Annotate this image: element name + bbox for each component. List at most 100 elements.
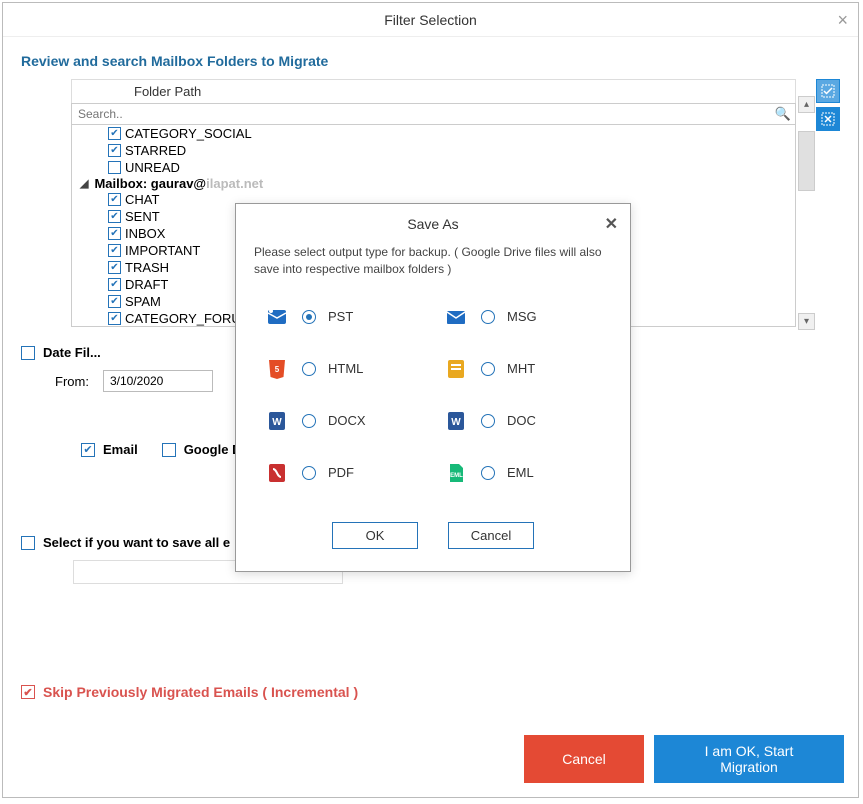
format-radio[interactable] xyxy=(481,414,495,428)
folder-checkbox[interactable] xyxy=(108,295,121,308)
format-radio[interactable] xyxy=(481,362,495,376)
svg-text:W: W xyxy=(451,417,461,428)
msg-icon xyxy=(443,304,469,330)
format-option-mht[interactable]: MHT xyxy=(443,356,602,382)
email-checkbox[interactable] xyxy=(81,443,95,457)
folder-label: TRASH xyxy=(125,260,169,275)
dialog-title-bar: Save As ✕ xyxy=(236,204,630,240)
dialog-cancel-button[interactable]: Cancel xyxy=(448,522,534,549)
folder-path-header[interactable]: Folder Path xyxy=(71,79,796,103)
scrollbar-thumb[interactable] xyxy=(798,131,815,191)
folder-checkbox[interactable] xyxy=(108,127,121,140)
mailbox-row[interactable]: ◢ Mailbox: gaurav@ilapat.net xyxy=(72,176,795,191)
pst-icon xyxy=(264,304,290,330)
format-radio[interactable] xyxy=(302,466,316,480)
search-icon[interactable]: 🔍 xyxy=(771,104,795,124)
deselect-all-button[interactable] xyxy=(816,107,840,131)
skip-row: Skip Previously Migrated Emails ( Increm… xyxy=(21,684,840,700)
svg-text:EML: EML xyxy=(450,473,463,479)
folder-item[interactable]: UNREAD xyxy=(72,159,795,176)
format-radio[interactable] xyxy=(481,310,495,324)
folder-label: DRAFT xyxy=(125,277,168,292)
dialog-description: Please select output type for backup. ( … xyxy=(236,240,630,296)
format-option-pst[interactable]: PST xyxy=(264,304,423,330)
email-label: Email xyxy=(103,442,138,457)
folder-search-row: 🔍 xyxy=(71,103,796,125)
folder-checkbox[interactable] xyxy=(108,161,121,174)
from-date-input[interactable] xyxy=(103,370,213,392)
folder-item[interactable]: CATEGORY_SOCIAL xyxy=(72,125,795,142)
folder-label: CATEGORY_FORUM xyxy=(125,311,252,326)
folder-label: SPAM xyxy=(125,294,161,309)
dialog-title: Save As xyxy=(407,216,458,232)
expand-icon[interactable]: ◢ xyxy=(80,177,88,190)
mailbox-label: Mailbox: gaurav@ilapat.net xyxy=(94,176,263,191)
window-close-icon[interactable]: × xyxy=(837,3,848,37)
folder-search-input[interactable] xyxy=(72,104,771,124)
format-radio[interactable] xyxy=(302,362,316,376)
start-migration-button[interactable]: I am OK, Start Migration xyxy=(654,735,844,783)
skip-checkbox[interactable] xyxy=(21,685,35,699)
from-label: From: xyxy=(55,374,89,389)
cancel-button[interactable]: Cancel xyxy=(524,735,644,783)
folder-label: CHAT xyxy=(125,192,159,207)
folder-checkbox[interactable] xyxy=(108,278,121,291)
folder-checkbox[interactable] xyxy=(108,144,121,157)
format-option-html[interactable]: 5 HTML xyxy=(264,356,423,382)
folder-checkbox[interactable] xyxy=(108,227,121,240)
dialog-ok-button[interactable]: OK xyxy=(332,522,418,549)
folder-checkbox[interactable] xyxy=(108,261,121,274)
save-as-dialog: Save As ✕ Please select output type for … xyxy=(235,203,631,572)
date-filter-label: Date Fil... xyxy=(43,345,101,360)
folder-checkbox[interactable] xyxy=(108,193,121,206)
format-label: PST xyxy=(328,309,353,324)
folder-label: SENT xyxy=(125,209,160,224)
format-option-msg[interactable]: MSG xyxy=(443,304,602,330)
docx-icon: W xyxy=(264,408,290,434)
format-label: MSG xyxy=(507,309,537,324)
folder-checkbox[interactable] xyxy=(108,312,121,325)
format-option-docx[interactable]: W DOCX xyxy=(264,408,423,434)
format-label: PDF xyxy=(328,465,354,480)
output-format-grid: PST MSG 5 HTML MHT W DOCX W DOC PDF EML EML xyxy=(236,296,630,504)
format-radio[interactable] xyxy=(302,310,316,324)
window-title: Filter Selection xyxy=(384,12,477,28)
svg-text:5: 5 xyxy=(275,365,280,374)
skip-label: Skip Previously Migrated Emails ( Increm… xyxy=(43,684,358,700)
folder-label: INBOX xyxy=(125,226,165,241)
dialog-buttons: OK Cancel xyxy=(236,504,630,571)
folder-label: STARRED xyxy=(125,143,186,158)
svg-text:W: W xyxy=(272,417,282,428)
format-radio[interactable] xyxy=(302,414,316,428)
gdrive-checkbox[interactable] xyxy=(162,443,176,457)
format-option-pdf[interactable]: PDF xyxy=(264,460,423,486)
filter-selection-window: Filter Selection × Review and search Mai… xyxy=(2,2,859,798)
folder-label: IMPORTANT xyxy=(125,243,200,258)
save-all-label: Select if you want to save all e xyxy=(43,535,230,550)
folder-label: UNREAD xyxy=(125,160,180,175)
section-header: Review and search Mailbox Folders to Mig… xyxy=(21,53,840,69)
eml-icon: EML xyxy=(443,460,469,486)
format-label: HTML xyxy=(328,361,363,376)
doc-icon: W xyxy=(443,408,469,434)
title-bar: Filter Selection × xyxy=(3,3,858,37)
date-filter-checkbox[interactable] xyxy=(21,346,35,360)
format-option-doc[interactable]: W DOC xyxy=(443,408,602,434)
format-label: DOCX xyxy=(328,413,366,428)
dialog-close-icon[interactable]: ✕ xyxy=(605,214,618,234)
save-all-checkbox[interactable] xyxy=(21,536,35,550)
folder-item[interactable]: STARRED xyxy=(72,142,795,159)
format-option-eml[interactable]: EML EML xyxy=(443,460,602,486)
format-label: DOC xyxy=(507,413,536,428)
scroll-down-arrow[interactable]: ▾ xyxy=(798,313,815,330)
folder-checkbox[interactable] xyxy=(108,210,121,223)
folder-label: CATEGORY_SOCIAL xyxy=(125,126,252,141)
format-radio[interactable] xyxy=(481,466,495,480)
folder-checkbox[interactable] xyxy=(108,244,121,257)
format-label: MHT xyxy=(507,361,535,376)
scroll-up-arrow[interactable]: ▴ xyxy=(798,96,815,113)
mht-icon xyxy=(443,356,469,382)
format-label: EML xyxy=(507,465,534,480)
select-all-button[interactable] xyxy=(816,79,840,103)
pdf-icon xyxy=(264,460,290,486)
